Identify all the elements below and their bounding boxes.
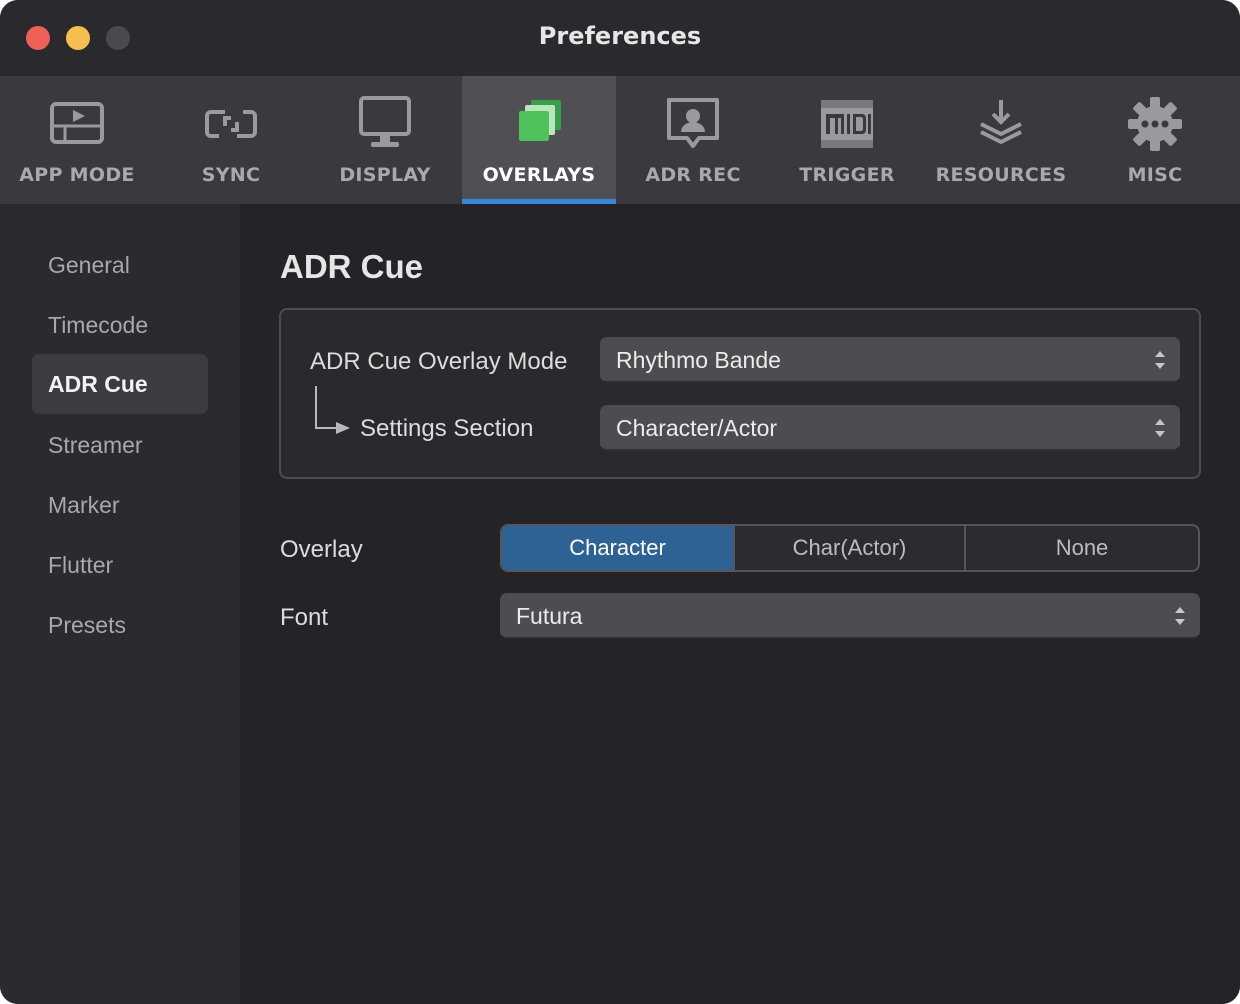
display-icon [359,96,411,147]
settings-section-value: Character/Actor [616,415,778,441]
tab-app-mode[interactable]: APP MODE [0,76,154,204]
sync-icon [205,110,257,138]
font-select[interactable]: Futura [500,593,1200,639]
overlay-mode-value: Rhythmo Bande [616,347,781,373]
tab-label: MISC [1127,164,1183,186]
title-bar: Preferences [0,0,1240,76]
app-mode-icon [50,102,104,144]
overlay-label: Overlay [280,536,363,563]
settings-pane: ADR Cue ADR Cue Overlay Mode Rhythmo Ban… [240,204,1240,1004]
tab-label: RESOURCES [935,164,1067,186]
tab-display[interactable]: DISPLAY [308,76,462,204]
tab-adr-rec[interactable]: ADR REC [616,76,770,204]
segment-none[interactable]: None [966,526,1198,570]
preferences-toolbar: APP MODE SYNC DISPLAY OVERLAYS ADR REC T… [0,76,1240,204]
window-title: Preferences [538,22,702,50]
sidebar-item-presets[interactable]: Presets [32,595,208,655]
tab-label: SYNC [201,164,261,186]
sidebar-item-general[interactable]: General [32,235,208,295]
sidebar-item-timecode[interactable]: Timecode [32,295,208,355]
tab-sync[interactable]: SYNC [154,76,308,204]
preferences-window: Preferences APP MODE SYNC DISPLAY OVERLA… [0,0,1240,1004]
tab-trigger[interactable]: TRIGGER [770,76,924,204]
up-down-arrows-icon [1155,351,1165,369]
tab-resources[interactable]: RESOURCES [924,76,1078,204]
tab-label: OVERLAYS [482,164,596,186]
font-label: Font [280,604,329,631]
tab-label: TRIGGER [799,164,895,186]
tab-misc[interactable]: MISC [1078,76,1232,204]
page-title: ADR Cue [280,248,424,285]
overlays-icon [519,100,561,141]
sidebar: General Timecode ADR Cue Streamer Marker… [0,204,240,1004]
tab-label: APP MODE [19,164,135,186]
settings-section-label: Settings Section [360,415,534,442]
segment-character[interactable]: Character [502,526,733,570]
up-down-arrows-icon [1175,607,1185,625]
overlay-mode-group: ADR Cue Overlay Mode Rhythmo Bande Setti… [279,308,1201,479]
up-down-arrows-icon [1155,419,1165,437]
settings-section-select[interactable]: Character/Actor [600,405,1180,451]
sidebar-item-marker[interactable]: Marker [32,475,208,535]
segment-char-actor[interactable]: Char(Actor) [735,526,964,570]
overlay-mode-select[interactable]: Rhythmo Bande [600,337,1180,383]
overlay-mode-label: ADR Cue Overlay Mode [310,348,568,375]
sidebar-item-flutter[interactable]: Flutter [32,535,208,595]
midi-icon [821,100,873,148]
font-value: Futura [516,603,583,629]
resources-icon [980,100,1022,144]
sidebar-item-streamer[interactable]: Streamer [32,415,208,475]
adr-rec-icon [667,98,719,148]
sub-setting-arrow-icon [315,386,350,434]
tab-label: DISPLAY [339,164,431,186]
tab-overlays[interactable]: OVERLAYS [462,76,616,204]
gear-icon [1128,97,1182,151]
overlay-segmented-control: Character Char(Actor) None [500,524,1200,572]
tab-label: ADR REC [645,164,741,186]
sidebar-item-adr-cue[interactable]: ADR Cue [32,354,208,414]
